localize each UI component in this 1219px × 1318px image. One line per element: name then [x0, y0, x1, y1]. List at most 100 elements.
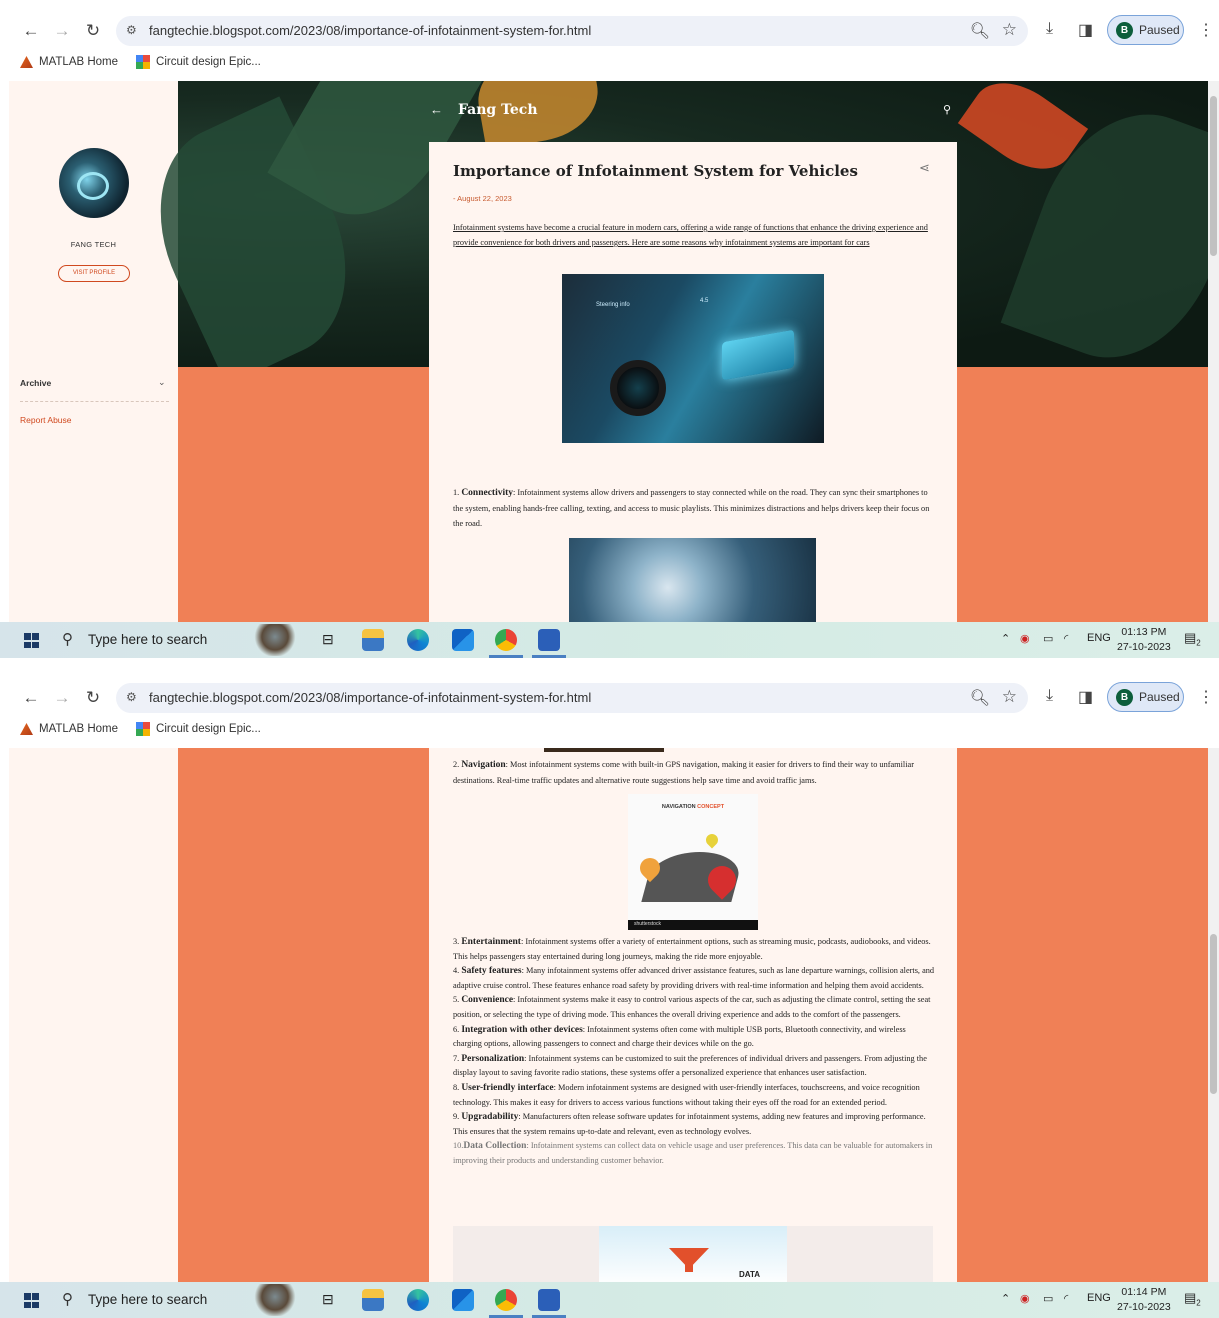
- search-icon[interactable]: ⚲: [943, 103, 951, 116]
- bookmark-matlab[interactable]: MATLAB Home: [20, 55, 118, 69]
- reload-icon[interactable]: ↻: [82, 20, 104, 42]
- task-view-icon[interactable]: ⊟: [322, 1291, 334, 1308]
- chevron-down-icon[interactable]: ⌄: [158, 377, 166, 388]
- address-bar[interactable]: ⚙ fangtechie.blogspot.com/2023/08/import…: [116, 683, 1028, 713]
- profile-button[interactable]: B Paused: [1107, 682, 1184, 712]
- globe-network-image: [569, 538, 816, 622]
- lemur-icon[interactable]: [253, 1284, 297, 1316]
- back-arrow-icon[interactable]: ←: [20, 687, 42, 709]
- point-number: 8.: [453, 1082, 460, 1092]
- archive-label[interactable]: Archive: [20, 378, 51, 388]
- notification-icon[interactable]: ▤2: [1184, 1290, 1202, 1308]
- point-2: 2. Navigation: Most infotainment systems…: [453, 757, 935, 788]
- scrollbar[interactable]: [1208, 748, 1219, 1282]
- notification-count: 2: [1196, 638, 1201, 648]
- chevron-up-icon[interactable]: ⌃: [1001, 632, 1010, 645]
- forward-arrow-icon[interactable]: →: [51, 687, 73, 709]
- side-panel-icon[interactable]: ◨: [1078, 20, 1093, 40]
- back-arrow-icon[interactable]: ←: [430, 102, 443, 117]
- chevron-up-icon[interactable]: ⌃: [1001, 1292, 1010, 1305]
- url-text[interactable]: fangtechie.blogspot.com/2023/08/importan…: [149, 23, 591, 38]
- file-explorer-icon[interactable]: [362, 629, 384, 651]
- mail-icon[interactable]: [452, 629, 474, 651]
- bookmarks-bar: MATLAB Home Circuit design Epic...: [20, 722, 261, 736]
- wifi-icon[interactable]: ◜: [1064, 1292, 1068, 1305]
- bookmark-label: MATLAB Home: [39, 56, 119, 68]
- network-error-icon[interactable]: ◉: [1020, 632, 1030, 645]
- edge-browser-icon[interactable]: [407, 1289, 429, 1311]
- blog-title[interactable]: Fang Tech: [458, 102, 538, 118]
- taskbar-clock[interactable]: 01:14 PM 27-10-2023: [1117, 1285, 1171, 1315]
- windows-start-icon[interactable]: [24, 633, 39, 648]
- download-icon[interactable]: ⤓: [1046, 20, 1053, 38]
- battery-icon[interactable]: ▭: [1043, 1292, 1053, 1305]
- edge-browser-icon[interactable]: [407, 629, 429, 651]
- site-settings-icon[interactable]: ⚙: [126, 690, 137, 704]
- profile-avatar[interactable]: [59, 148, 129, 218]
- kebab-menu-icon[interactable]: ⋮: [1198, 20, 1214, 40]
- word-icon[interactable]: [538, 1289, 560, 1311]
- taskbar-clock[interactable]: 01:13 PM 27-10-2023: [1117, 625, 1171, 655]
- file-explorer-icon[interactable]: [362, 1289, 384, 1311]
- download-icon[interactable]: ⤓: [1046, 687, 1053, 705]
- battery-icon[interactable]: ▭: [1043, 632, 1053, 645]
- forward-arrow-icon[interactable]: →: [51, 20, 73, 42]
- lemur-icon[interactable]: [253, 624, 297, 656]
- point-title: User-friendly interface: [461, 1082, 554, 1093]
- point-body: : Manufacturers often release software u…: [453, 1112, 926, 1136]
- language-indicator[interactable]: ENG: [1087, 632, 1111, 644]
- point-body: : Infotainment systems allow drivers and…: [453, 488, 930, 528]
- url-text[interactable]: fangtechie.blogspot.com/2023/08/importan…: [149, 690, 591, 705]
- wifi-icon[interactable]: ◜: [1064, 632, 1068, 645]
- network-error-icon[interactable]: ◉: [1020, 1292, 1030, 1305]
- task-view-icon[interactable]: ⊟: [322, 631, 334, 648]
- language-indicator[interactable]: ENG: [1087, 1292, 1111, 1304]
- point-8: 8. User-friendly interface: Modern infot…: [453, 1081, 935, 1110]
- zoom-icon[interactable]: 🔍︎: [970, 688, 990, 708]
- bookmark-circuit-design[interactable]: Circuit design Epic...: [136, 55, 261, 69]
- search-icon: ⚲: [62, 1291, 73, 1308]
- point-title: Data Collection: [463, 1141, 527, 1152]
- caption-part: NAVIGATION: [661, 804, 696, 810]
- map-pin-icon: [703, 831, 721, 849]
- screenshot-1: ← → ↻ ⚙ fangtechie.blogspot.com/2023/08/…: [0, 0, 1219, 658]
- point-number: 10.: [453, 1141, 464, 1151]
- divider: [20, 401, 169, 402]
- caption-part: CONCEPT: [697, 804, 725, 810]
- chrome-icon[interactable]: [495, 1289, 517, 1311]
- point-title: Connectivity: [461, 488, 514, 498]
- visit-profile-button[interactable]: VISIT PROFILE: [58, 265, 130, 282]
- image-bottom-edge: [544, 748, 664, 752]
- point-number: 4.: [453, 966, 460, 976]
- scrollbar-thumb[interactable]: [1210, 934, 1217, 1094]
- point-6: 6. Integration with other devices: Infot…: [453, 1023, 935, 1052]
- address-bar[interactable]: ⚙ fangtechie.blogspot.com/2023/08/import…: [116, 16, 1028, 46]
- scrollbar-thumb[interactable]: [1210, 96, 1217, 256]
- share-icon[interactable]: ⋖: [919, 160, 930, 176]
- web-page: 2. Navigation: Most infotainment systems…: [9, 748, 1208, 1282]
- side-panel-icon[interactable]: ◨: [1078, 687, 1093, 707]
- bookmark-star-icon[interactable]: ☆: [1002, 20, 1017, 40]
- profile-button[interactable]: B Paused: [1107, 15, 1184, 45]
- bookmark-circuit-design[interactable]: Circuit design Epic...: [136, 722, 261, 736]
- chrome-icon[interactable]: [495, 629, 517, 651]
- reload-icon[interactable]: ↻: [82, 687, 104, 709]
- report-abuse-link[interactable]: Report Abuse: [20, 415, 72, 425]
- word-icon[interactable]: [538, 629, 560, 651]
- point-title: Personalization: [461, 1053, 525, 1064]
- back-arrow-icon[interactable]: ←: [20, 20, 42, 42]
- point-7: 7. Personalization: Infotainment systems…: [453, 1052, 935, 1081]
- grid-app-icon: [136, 722, 151, 736]
- mail-icon[interactable]: [452, 1289, 474, 1311]
- scrollbar[interactable]: [1208, 81, 1219, 622]
- notification-icon[interactable]: ▤2: [1184, 630, 1202, 648]
- kebab-menu-icon[interactable]: ⋮: [1198, 687, 1214, 707]
- blog-sidebar: FANG TECH VISIT PROFILE Archive ⌄ Report…: [9, 81, 178, 622]
- windows-start-icon[interactable]: [24, 1293, 39, 1308]
- point-title: Upgradability: [461, 1112, 519, 1123]
- site-settings-icon[interactable]: ⚙: [126, 23, 137, 37]
- bookmark-matlab[interactable]: MATLAB Home: [20, 722, 118, 736]
- post-intro[interactable]: Infotainment systems have become a cruci…: [453, 220, 935, 250]
- zoom-icon[interactable]: 🔍︎: [970, 21, 990, 41]
- bookmark-star-icon[interactable]: ☆: [1002, 687, 1017, 707]
